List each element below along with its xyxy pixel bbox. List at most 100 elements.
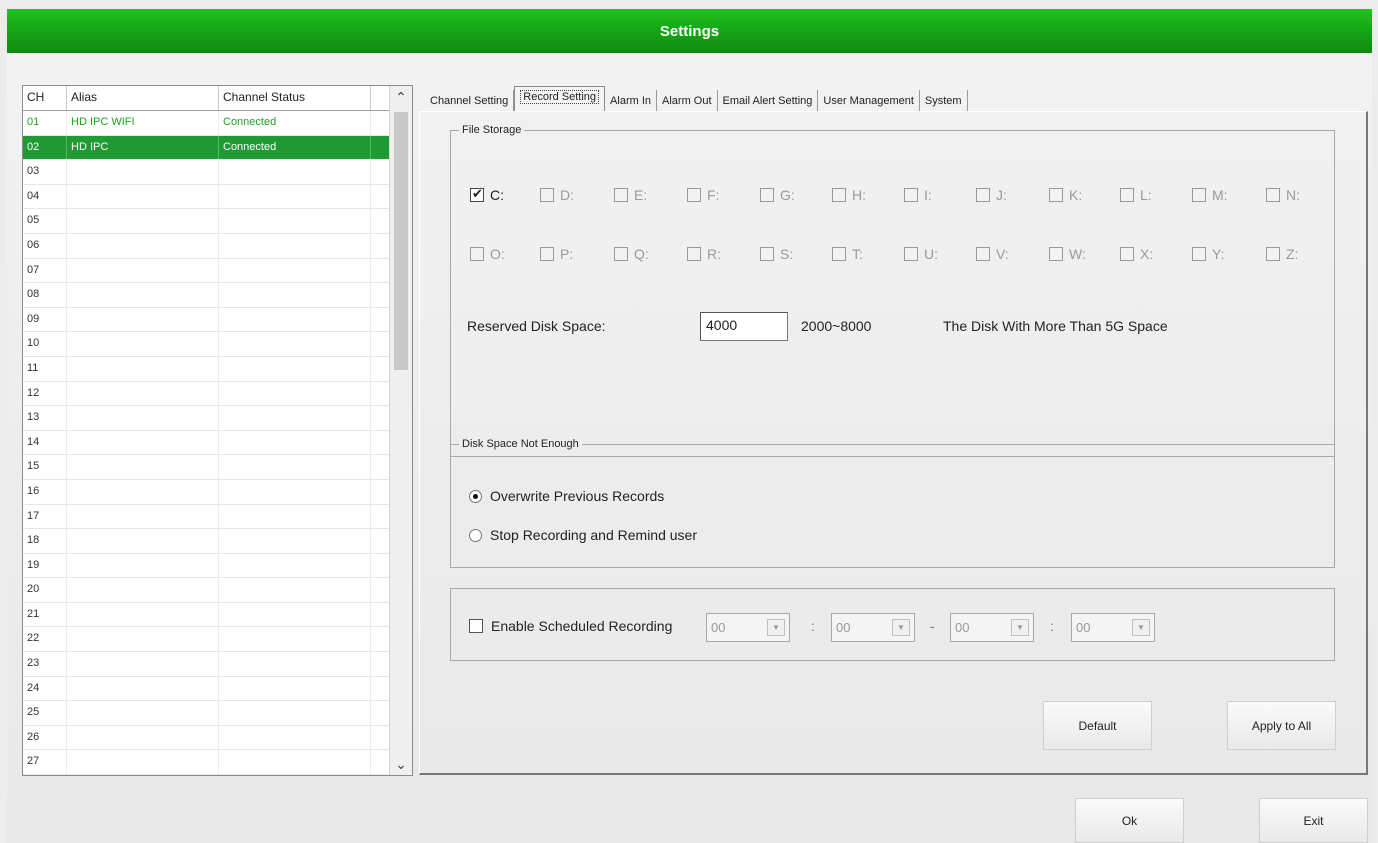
checkbox-box-icon bbox=[540, 188, 554, 202]
drive-x-checkbox[interactable]: X: bbox=[1120, 246, 1153, 262]
drive-f-checkbox[interactable]: F: bbox=[687, 187, 719, 203]
table-row[interactable]: 15 bbox=[23, 455, 390, 480]
channel-number: 02 bbox=[23, 135, 67, 160]
table-row[interactable]: 14 bbox=[23, 430, 390, 456]
drive-q-checkbox[interactable]: Q: bbox=[614, 246, 649, 262]
table-row[interactable]: 17 bbox=[23, 504, 390, 530]
table-row[interactable]: 03 bbox=[23, 160, 390, 185]
tab-alarm-out[interactable]: Alarm Out bbox=[657, 90, 718, 112]
column-header-status[interactable]: Channel Status bbox=[219, 86, 371, 110]
channel-number: 16 bbox=[23, 479, 67, 504]
overwrite-records-label: Overwrite Previous Records bbox=[490, 488, 665, 504]
table-row[interactable]: 21 bbox=[23, 602, 390, 628]
drive-w-checkbox[interactable]: W: bbox=[1049, 246, 1086, 262]
chevron-up-icon[interactable]: ⌃ bbox=[390, 86, 412, 108]
drive-t-checkbox[interactable]: T: bbox=[832, 246, 863, 262]
channel-number: 04 bbox=[23, 184, 67, 209]
drive-y-checkbox[interactable]: Y: bbox=[1192, 246, 1224, 262]
drive-g-checkbox[interactable]: G: bbox=[760, 187, 795, 203]
table-row[interactable]: 05 bbox=[23, 209, 390, 234]
start-hour-select[interactable]: 00 ▼ bbox=[706, 613, 790, 642]
channel-status bbox=[219, 553, 371, 578]
column-header-ch[interactable]: CH bbox=[23, 86, 67, 110]
drive-s-checkbox[interactable]: S: bbox=[760, 246, 793, 262]
drive-n-checkbox[interactable]: N: bbox=[1266, 187, 1300, 203]
tab-label: System bbox=[924, 95, 962, 107]
dropdown-arrow-icon: ▼ bbox=[892, 619, 910, 636]
column-header-alias[interactable]: Alias bbox=[67, 86, 219, 110]
enable-scheduled-recording-label: Enable Scheduled Recording bbox=[491, 618, 673, 634]
drive-j-checkbox[interactable]: J: bbox=[976, 187, 1007, 203]
column-header-spacer bbox=[371, 86, 390, 110]
overwrite-records-radio[interactable]: Overwrite Previous Records bbox=[469, 488, 664, 504]
default-button[interactable]: Default bbox=[1043, 701, 1152, 750]
table-row[interactable]: 22 bbox=[23, 627, 390, 653]
drive-label: N: bbox=[1286, 187, 1300, 203]
channel-list[interactable]: CH Alias Channel Status 01 HD IPC WIFI Con… bbox=[22, 85, 413, 776]
tab-user-management[interactable]: User Management bbox=[818, 90, 920, 112]
table-row[interactable]: 16 bbox=[23, 479, 390, 505]
table-row[interactable]: 06 bbox=[23, 233, 390, 259]
table-row[interactable]: 20 bbox=[23, 578, 390, 603]
checkbox-box-icon bbox=[832, 247, 846, 261]
table-row[interactable]: 04 bbox=[23, 184, 390, 210]
table-row[interactable]: 26 bbox=[23, 725, 390, 751]
drive-v-checkbox[interactable]: V: bbox=[976, 246, 1009, 262]
exit-button[interactable]: Exit bbox=[1259, 798, 1368, 843]
table-row[interactable]: 27 bbox=[23, 750, 390, 775]
tab-record-setting[interactable]: Record Setting bbox=[514, 86, 606, 112]
table-row[interactable]: 08 bbox=[23, 283, 390, 308]
tab-email-alert-setting[interactable]: Email Alert Setting bbox=[718, 90, 819, 112]
end-hour-select[interactable]: 00 ▼ bbox=[950, 613, 1034, 642]
tab-channel-setting[interactable]: Channel Setting bbox=[425, 90, 515, 112]
reserved-disk-space-input[interactable]: 4000 bbox=[700, 312, 788, 341]
drive-label: O: bbox=[490, 246, 505, 262]
chevron-down-icon[interactable]: ⌄ bbox=[390, 753, 412, 775]
drive-i-checkbox[interactable]: I: bbox=[904, 187, 932, 203]
drive-c-checkbox[interactable]: C: bbox=[470, 186, 504, 203]
table-row[interactable]: 23 bbox=[23, 652, 390, 677]
drive-l-checkbox[interactable]: L: bbox=[1120, 187, 1152, 203]
tab-system[interactable]: System bbox=[920, 90, 968, 112]
channel-status bbox=[219, 504, 371, 529]
drive-k-checkbox[interactable]: K: bbox=[1049, 187, 1082, 203]
tab-alarm-in[interactable]: Alarm In bbox=[605, 90, 658, 112]
drive-m-checkbox[interactable]: M: bbox=[1192, 187, 1228, 203]
table-row[interactable]: 18 bbox=[23, 529, 390, 554]
drive-z-checkbox[interactable]: Z: bbox=[1266, 246, 1298, 262]
ok-button[interactable]: Ok bbox=[1075, 798, 1184, 843]
channel-status bbox=[219, 455, 371, 479]
scrollbar-thumb[interactable] bbox=[394, 112, 408, 370]
drive-u-checkbox[interactable]: U: bbox=[904, 246, 938, 262]
checkbox-box-icon bbox=[1266, 188, 1280, 202]
table-row[interactable]: 07 bbox=[23, 258, 390, 284]
stop-recording-radio[interactable]: Stop Recording and Remind user bbox=[469, 527, 697, 543]
table-row[interactable]: 25 bbox=[23, 701, 390, 726]
table-row[interactable]: 02 HD IPC Connected bbox=[23, 135, 390, 161]
channel-number: 09 bbox=[23, 307, 67, 332]
end-minute-select[interactable]: 00 ▼ bbox=[1071, 613, 1155, 642]
channel-number: 13 bbox=[23, 406, 67, 430]
table-row[interactable]: 09 bbox=[23, 307, 390, 333]
table-row[interactable]: 24 bbox=[23, 676, 390, 702]
start-minute-select[interactable]: 00 ▼ bbox=[831, 613, 915, 642]
checkbox-box-icon bbox=[687, 188, 701, 202]
drive-h-checkbox[interactable]: H: bbox=[832, 187, 866, 203]
drive-label: L: bbox=[1140, 187, 1152, 203]
table-row[interactable]: 19 bbox=[23, 553, 390, 579]
table-row[interactable]: 01 HD IPC WIFI Connected bbox=[23, 111, 390, 136]
apply-to-all-button[interactable]: Apply to All bbox=[1227, 701, 1336, 750]
channel-number: 06 bbox=[23, 233, 67, 258]
channel-list-scrollbar[interactable]: ⌃ ⌄ bbox=[389, 86, 412, 775]
drive-e-checkbox[interactable]: E: bbox=[614, 187, 647, 203]
drive-r-checkbox[interactable]: R: bbox=[687, 246, 721, 262]
table-row[interactable]: 10 bbox=[23, 332, 390, 357]
table-row[interactable]: 12 bbox=[23, 381, 390, 407]
drive-d-checkbox[interactable]: D: bbox=[540, 187, 574, 203]
drive-o-checkbox[interactable]: O: bbox=[470, 246, 505, 262]
drive-p-checkbox[interactable]: P: bbox=[540, 246, 573, 262]
enable-scheduled-recording-checkbox[interactable]: Enable Scheduled Recording bbox=[469, 618, 672, 634]
table-row[interactable]: 11 bbox=[23, 356, 390, 382]
table-row[interactable]: 13 bbox=[23, 406, 390, 431]
channel-number: 18 bbox=[23, 529, 67, 553]
